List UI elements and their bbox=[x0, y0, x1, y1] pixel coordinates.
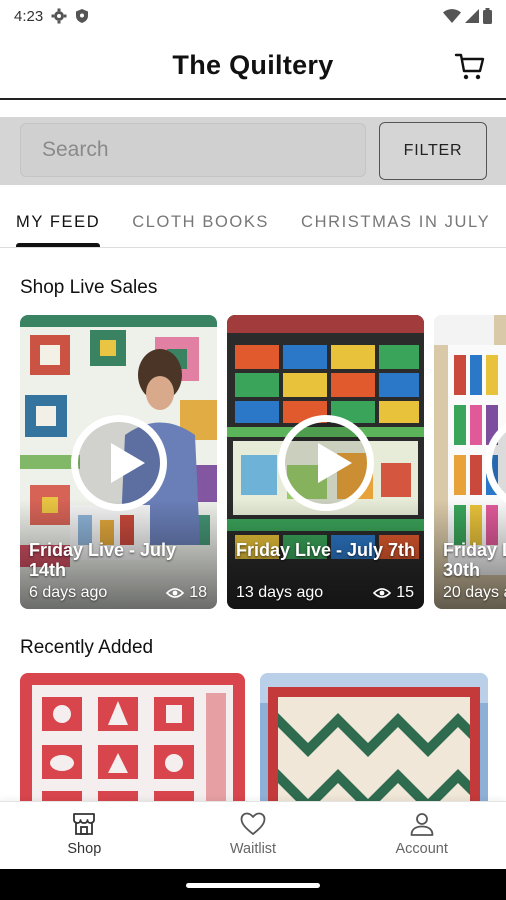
live-sales-carousel[interactable]: Friday Live - July 14th 6 days ago 18 Fr… bbox=[20, 315, 506, 609]
live-sale-card[interactable]: Friday Live - June 30th 20 days ago bbox=[434, 315, 506, 609]
battery-icon bbox=[483, 8, 492, 24]
product-card[interactable] bbox=[260, 673, 488, 801]
tab-my-feed[interactable]: MY FEED bbox=[0, 196, 116, 247]
cart-icon bbox=[454, 53, 485, 80]
filter-button[interactable]: FILTER bbox=[379, 122, 487, 180]
search-bar: Search FILTER bbox=[0, 117, 506, 185]
live-sale-card[interactable]: Friday Live - July 7th 13 days ago 15 bbox=[227, 315, 424, 609]
eye-icon bbox=[373, 588, 392, 598]
app-title: The Quiltery bbox=[172, 49, 334, 80]
signal-icon bbox=[465, 9, 479, 23]
tab-cloth-books[interactable]: CLOTH BOOKS bbox=[116, 196, 285, 247]
status-time: 4:23 bbox=[14, 7, 44, 25]
live-sale-age: 13 days ago bbox=[236, 584, 324, 601]
shop-icon bbox=[73, 813, 96, 835]
live-sale-age: 6 days ago bbox=[29, 584, 108, 601]
live-sale-title: Friday Live - July 7th bbox=[236, 540, 416, 560]
shield-icon bbox=[76, 9, 89, 23]
home-gesture-handle[interactable] bbox=[186, 883, 320, 888]
status-bar: 4:23 bbox=[0, 0, 506, 32]
gesture-bar bbox=[0, 869, 506, 900]
nav-account[interactable]: Account bbox=[337, 802, 506, 869]
cart-button[interactable] bbox=[454, 50, 486, 82]
product-image bbox=[20, 673, 245, 801]
tab-christmas-in-july[interactable]: CHRISTMAS IN JULY bbox=[285, 196, 506, 247]
search-placeholder: Search bbox=[42, 138, 109, 161]
live-sale-title: Friday Live - July 14th bbox=[29, 540, 177, 580]
live-sale-card[interactable]: Friday Live - July 14th 6 days ago 18 bbox=[20, 315, 217, 609]
search-input[interactable]: Search bbox=[20, 123, 366, 177]
nav-waitlist-label: Waitlist bbox=[229, 841, 277, 857]
nav-shop-label: Shop bbox=[67, 841, 102, 857]
app-header: The Quiltery bbox=[0, 32, 506, 100]
category-tabs: MY FEED CLOTH BOOKS CHRISTMAS IN JULY bbox=[0, 196, 506, 248]
live-sale-views: 15 bbox=[396, 584, 414, 601]
live-sale-title: Friday Live - June 30th bbox=[443, 540, 506, 580]
product-card[interactable] bbox=[20, 673, 245, 801]
settings-gear-icon bbox=[51, 8, 67, 24]
heart-icon bbox=[240, 812, 266, 835]
live-sale-views: 18 bbox=[189, 584, 207, 601]
nav-shop[interactable]: Shop bbox=[0, 802, 169, 869]
recently-added-heading: Recently Added bbox=[20, 637, 154, 658]
eye-icon bbox=[166, 588, 185, 598]
bottom-nav: Shop Waitlist Account bbox=[0, 801, 506, 869]
recently-added-carousel[interactable] bbox=[20, 673, 506, 801]
person-icon bbox=[410, 813, 434, 836]
nav-account-label: Account bbox=[395, 841, 448, 857]
product-image bbox=[260, 673, 488, 801]
play-icon[interactable] bbox=[277, 415, 374, 511]
live-sales-heading: Shop Live Sales bbox=[20, 277, 158, 298]
nav-waitlist[interactable]: Waitlist bbox=[169, 802, 338, 869]
wifi-icon bbox=[443, 9, 461, 23]
play-icon[interactable] bbox=[70, 415, 167, 511]
live-sale-age: 20 days ago bbox=[443, 584, 506, 601]
